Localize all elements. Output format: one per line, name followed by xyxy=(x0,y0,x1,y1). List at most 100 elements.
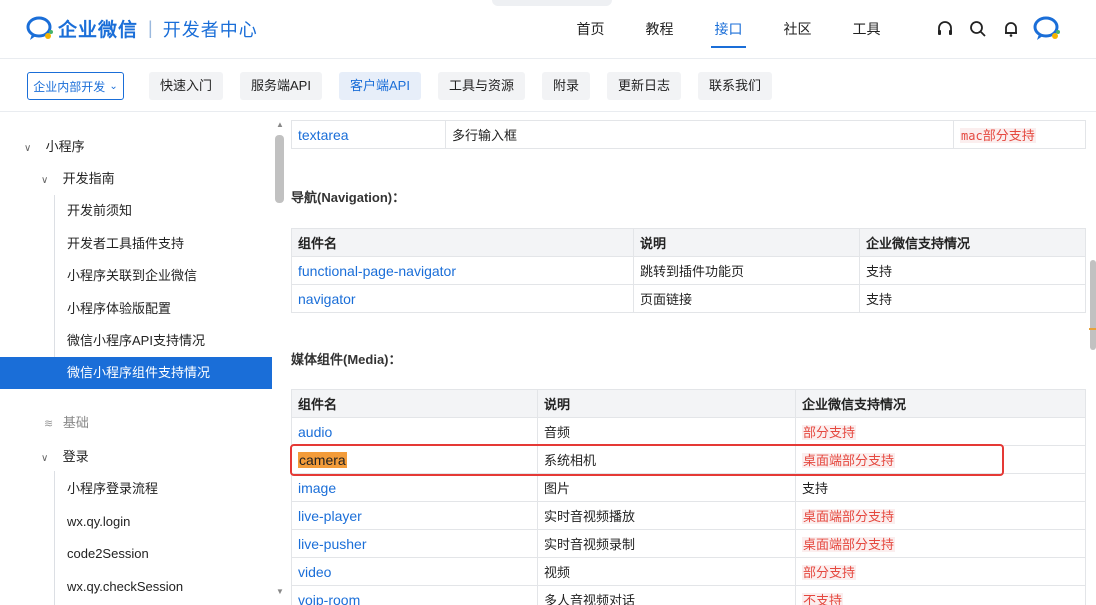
scroll-marker xyxy=(1089,328,1096,330)
component-desc: 实时音视频录制 xyxy=(537,529,796,558)
table-row: navigator 页面链接 支持 xyxy=(291,284,1086,313)
scroll-down-icon[interactable]: ▼ xyxy=(276,587,284,596)
media-table: 组件名 说明 企业微信支持情况 audio 音频 部分支持 camera 系统相… xyxy=(291,389,1086,605)
column-header: 说明 xyxy=(633,228,860,257)
support-status: 支持 xyxy=(795,473,1086,502)
sidebar-item-qy-login[interactable]: wx.qy.login xyxy=(0,506,272,538)
nav-api[interactable]: 接口 xyxy=(694,0,763,58)
component-link[interactable]: video xyxy=(291,557,538,586)
layers-icon: ≋ xyxy=(44,418,54,430)
support-status: 支持 xyxy=(859,256,1086,285)
sidebar-item-code2session[interactable]: code2Session xyxy=(0,538,272,570)
column-header: 组件名 xyxy=(291,389,538,418)
sidebar-item-label: 小程序 xyxy=(45,139,85,154)
component-desc: 多人音视频对话 xyxy=(537,585,796,605)
sidebar-item-prerequisites[interactable]: 开发前须知 xyxy=(0,195,272,227)
sidebar-item-component-support[interactable]: 微信小程序组件支持情况 xyxy=(0,357,272,389)
navigation-table: 组件名 说明 企业微信支持情况 functional-page-navigato… xyxy=(291,228,1086,313)
sidebar-item-devtools-plugin[interactable]: 开发者工具插件支持 xyxy=(0,228,272,260)
section-title-navigation: 导航(Navigation)： xyxy=(291,190,406,205)
sidebar-item-check-session[interactable]: wx.qy.checkSession xyxy=(0,571,272,603)
chip-appendix[interactable]: 附录 xyxy=(541,72,590,100)
component-desc: 系统相机 xyxy=(537,445,796,474)
component-desc: 视频 xyxy=(537,557,796,586)
sidebar-item-api-support[interactable]: 微信小程序API支持情况 xyxy=(0,325,272,357)
nav-home[interactable]: 首页 xyxy=(556,0,625,58)
brand-name: 企业微信 xyxy=(58,20,139,41)
component-link[interactable]: functional-page-navigator xyxy=(291,256,634,285)
component-link[interactable]: live-pusher xyxy=(291,529,538,558)
chip-client-api[interactable]: 客户端API xyxy=(338,72,421,100)
component-link[interactable]: navigator xyxy=(291,284,634,313)
sidebar-item-link-wecom[interactable]: 小程序关联到企业微信 xyxy=(0,260,272,292)
column-header: 企业微信支持情况 xyxy=(859,228,1086,257)
table-row: live-pusher 实时音视频录制 桌面端部分支持 xyxy=(291,529,1086,558)
column-header: 企业微信支持情况 xyxy=(795,389,1086,418)
bell-icon[interactable] xyxy=(994,16,1027,42)
component-desc: 跳转到插件功能页 xyxy=(633,256,860,285)
top-header: 企业微信 | 开发者中心 首页 教程 接口 社区 工具 xyxy=(0,0,1096,58)
sidebar-item-label: 登录 xyxy=(62,449,89,464)
chip-tools-resources[interactable]: 工具与资源 xyxy=(437,72,525,100)
table-row: audio 音频 部分支持 xyxy=(291,417,1086,446)
sidebar-item-trial-config[interactable]: 小程序体验版配置 xyxy=(0,293,272,325)
sidebar-item-label: 基础 xyxy=(62,415,89,430)
table-row: textarea 多行输入框 mac部分支持 xyxy=(291,120,1086,149)
chevron-down-icon: ∨ xyxy=(41,453,49,464)
component-desc: 音频 xyxy=(537,417,796,446)
nav-community[interactable]: 社区 xyxy=(763,0,832,58)
table-header-row: 组件名 说明 企业微信支持情况 xyxy=(291,228,1086,257)
chip-contact[interactable]: 联系我们 xyxy=(698,72,773,100)
search-highlight: camera xyxy=(298,451,347,468)
component-link[interactable]: voip-room xyxy=(291,585,538,605)
component-link[interactable]: image xyxy=(291,473,538,502)
nav-tools[interactable]: 工具 xyxy=(832,0,901,58)
component-link[interactable]: textarea xyxy=(291,120,446,149)
table-row: camera 系统相机 桌面端部分支持 xyxy=(291,445,1086,474)
chevron-down-icon: ⌄ xyxy=(109,80,118,92)
nav-tutorial[interactable]: 教程 xyxy=(625,0,694,58)
support-status: mac部分支持 xyxy=(953,120,1086,149)
chevron-down-icon: ∨ xyxy=(41,175,49,186)
scroll-up-icon[interactable]: ▲ xyxy=(276,120,284,129)
table-row: live-player 实时音视频播放 桌面端部分支持 xyxy=(291,501,1086,530)
support-status: 桌面端部分支持 xyxy=(795,445,1086,474)
support-status: 桌面端部分支持 xyxy=(795,501,1086,530)
sidebar-item-login[interactable]: ∨ 登录 xyxy=(0,441,272,473)
headset-icon[interactable] xyxy=(928,16,961,42)
sidebar-item-label: 开发指南 xyxy=(62,171,115,186)
scrollbar-thumb[interactable] xyxy=(275,135,284,203)
sidebar-item-login-flow[interactable]: 小程序登录流程 xyxy=(0,473,272,505)
sidebar-scrollbar[interactable]: ▲ ▼ xyxy=(272,113,288,605)
component-link[interactable]: audio xyxy=(291,417,538,446)
column-header: 组件名 xyxy=(291,228,634,257)
top-icons xyxy=(928,16,1067,42)
sidebar-item-miniprogram[interactable]: ∨ 小程序 xyxy=(0,131,272,163)
sub-nav: 快速入门 服务端API 客户端API 工具与资源 附录 更新日志 联系我们 xyxy=(149,72,789,100)
table-row: functional-page-navigator 跳转到插件功能页 支持 xyxy=(291,256,1086,285)
sidebar-item-basics[interactable]: ≋ 基础 xyxy=(0,407,272,439)
chip-changelog[interactable]: 更新日志 xyxy=(606,72,681,100)
component-desc: 图片 xyxy=(537,473,796,502)
support-status: 部分支持 xyxy=(795,557,1086,586)
dev-type-dropdown[interactable]: 企业内部开发 ⌄ xyxy=(27,72,124,100)
support-status: 桌面端部分支持 xyxy=(795,529,1086,558)
form-table-tail: textarea 多行输入框 mac部分支持 xyxy=(291,120,1086,149)
table-row: voip-room 多人音视频对话 不支持 xyxy=(291,585,1086,605)
component-link[interactable]: live-player xyxy=(291,501,538,530)
component-link[interactable]: camera xyxy=(291,445,538,474)
column-header: 说明 xyxy=(537,389,796,418)
section-title-media: 媒体组件(Media)： xyxy=(291,352,402,367)
logo[interactable]: 企业微信 | 开发者中心 xyxy=(26,15,258,42)
dev-type-label: 企业内部开发 xyxy=(33,79,106,94)
wecom-logo-icon xyxy=(26,16,54,42)
sub-header: 企业内部开发 ⌄ 快速入门 服务端API 客户端API 工具与资源 附录 更新日… xyxy=(0,58,1096,112)
chevron-down-icon: ∨ xyxy=(24,143,32,154)
avatar-icon[interactable] xyxy=(1027,16,1067,42)
table-row: video 视频 部分支持 xyxy=(291,557,1086,586)
page-scrollbar-thumb[interactable] xyxy=(1090,260,1096,350)
chip-quickstart[interactable]: 快速入门 xyxy=(149,72,224,100)
chip-server-api[interactable]: 服务端API xyxy=(240,72,322,100)
search-icon[interactable] xyxy=(961,16,994,42)
sidebar-item-dev-guide[interactable]: ∨ 开发指南 xyxy=(0,163,272,195)
